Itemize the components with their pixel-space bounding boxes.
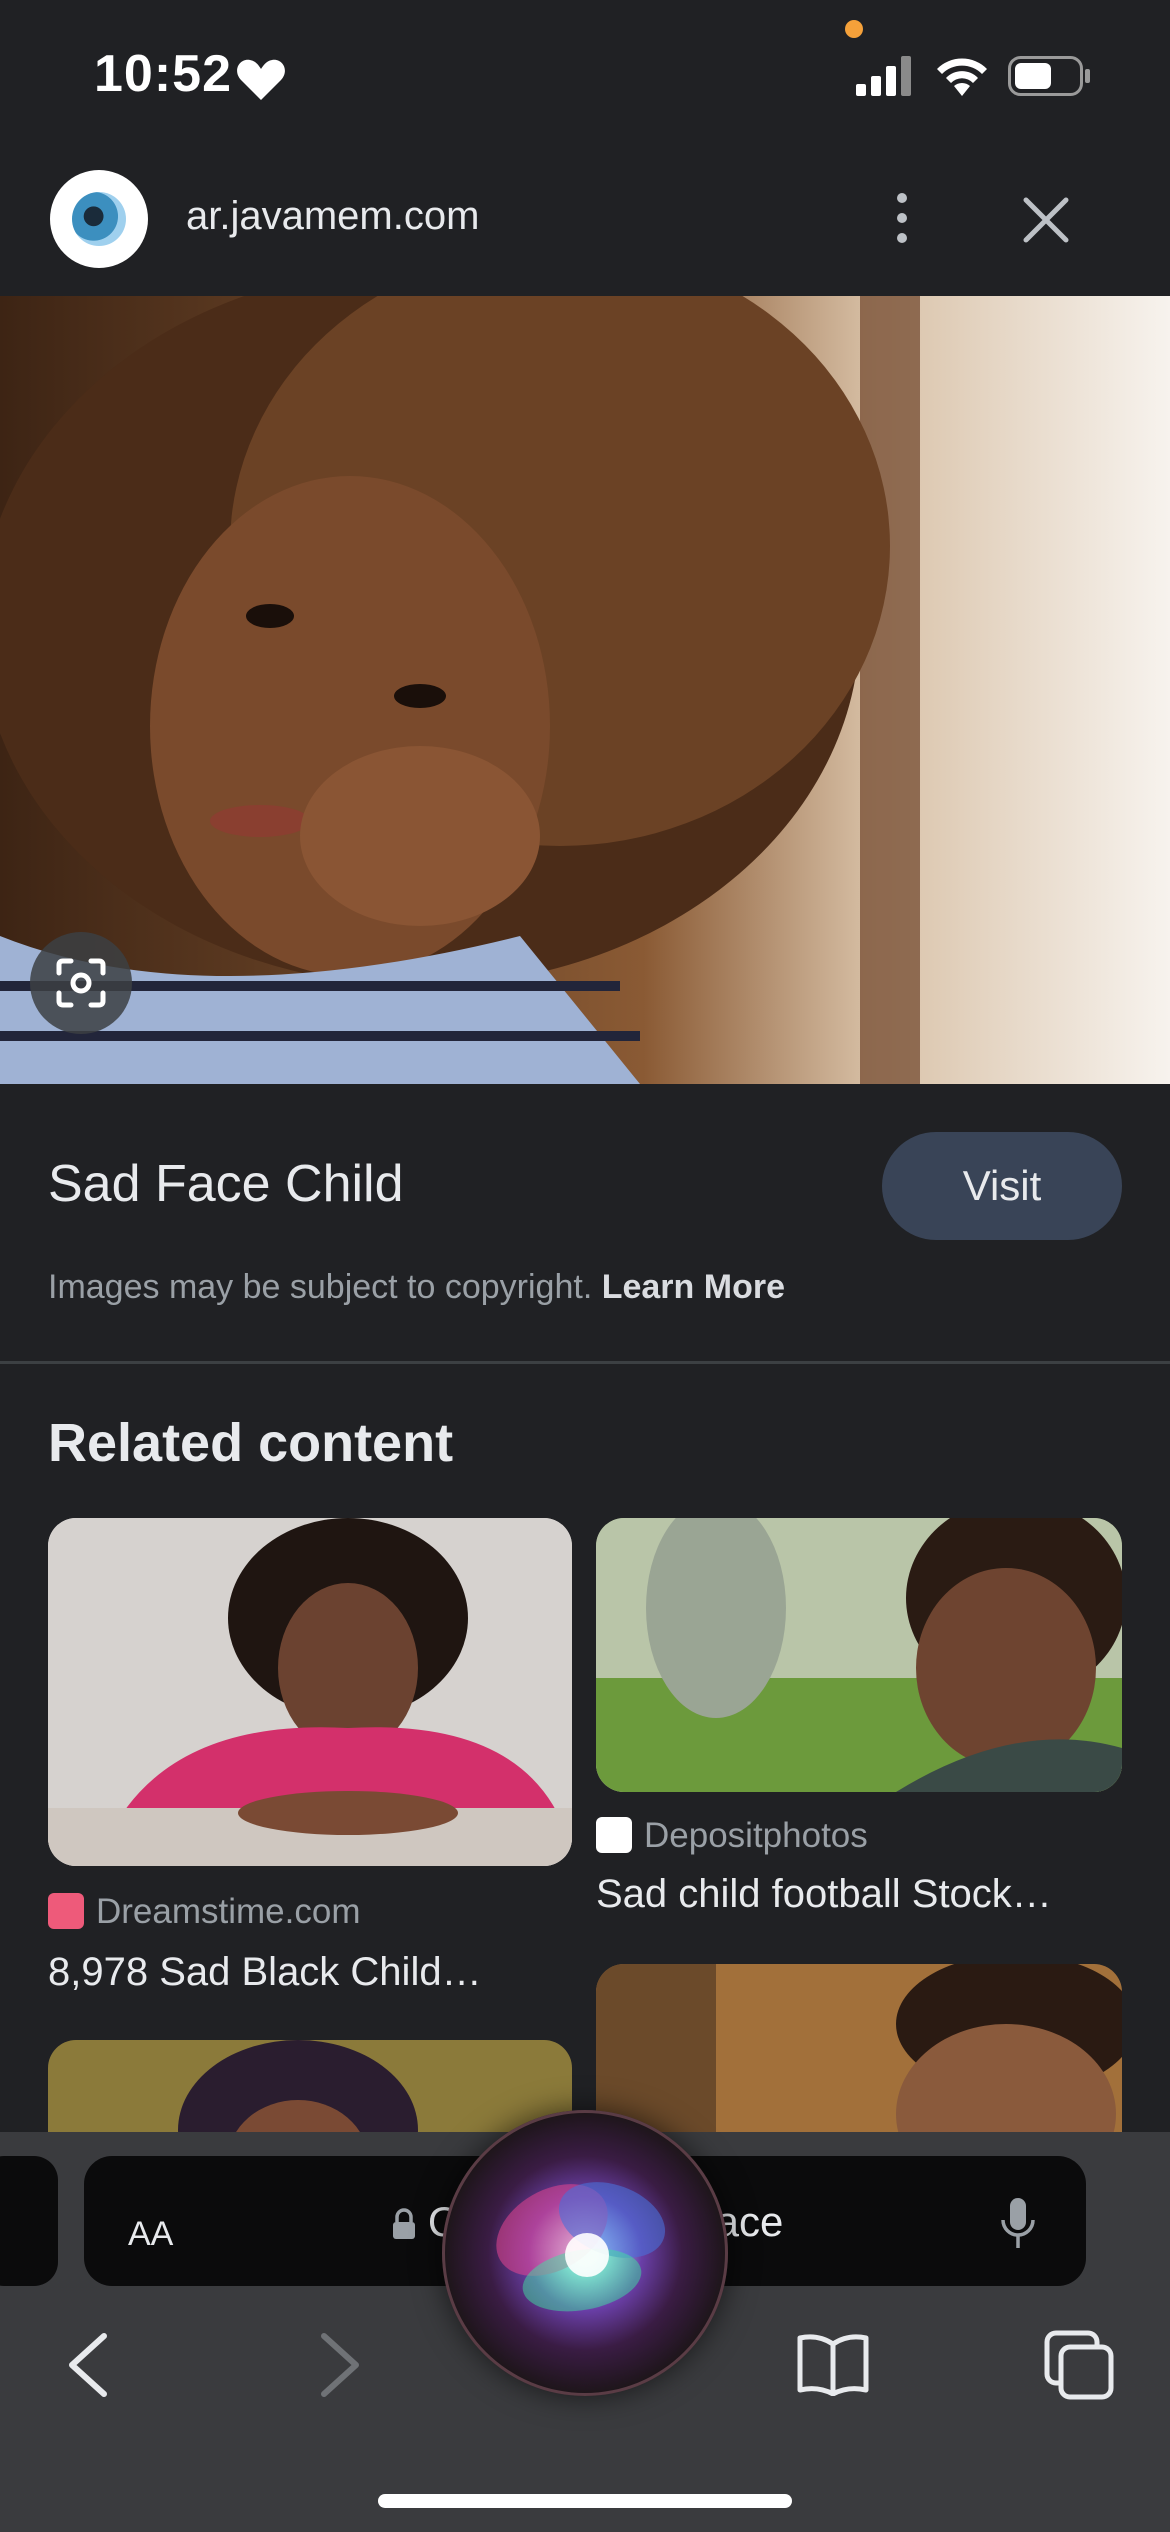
site-favicon	[50, 170, 148, 268]
copyright-text: Images may be subject to copyright.	[48, 1268, 593, 1306]
related-item-source: Depositphotos	[596, 1816, 868, 1856]
visit-button[interactable]: Visit	[882, 1132, 1122, 1240]
learn-more-link[interactable]: Learn More	[602, 1268, 785, 1306]
result-title: Sad Face Child	[48, 1155, 404, 1213]
bookmarks-icon[interactable]	[796, 2332, 870, 2396]
related-item-source: Dreamstime.com	[48, 1892, 360, 1932]
recording-indicator-dot	[845, 20, 863, 38]
copyright-notice: Images may be subject to copyright. Lear…	[48, 1268, 785, 1307]
status-time: 10:52	[94, 45, 232, 103]
signal-icon	[856, 56, 911, 96]
home-indicator[interactable]	[378, 2494, 792, 2508]
related-item-image	[596, 1518, 1122, 1792]
related-item-photo	[596, 1518, 1122, 1792]
aa-label: AA	[128, 2215, 174, 2253]
heart-icon	[237, 59, 285, 100]
back-icon[interactable]	[64, 2330, 110, 2400]
forward-icon[interactable]	[318, 2330, 364, 2400]
siri-orb[interactable]	[442, 2110, 728, 2396]
depositphotos-logo-icon	[596, 1817, 632, 1853]
related-item-partial-right[interactable]	[596, 1964, 1122, 2184]
hero-photo	[0, 296, 1170, 1084]
divider	[0, 1361, 1170, 1364]
tabs-icon[interactable]	[1044, 2330, 1114, 2400]
related-item-image	[48, 1518, 572, 1866]
related-item-title: 8,978 Sad Black Child…	[48, 1950, 482, 1994]
previous-tab-address-field[interactable]	[0, 2156, 58, 2286]
microphone-icon[interactable]	[1000, 2196, 1036, 2252]
page-settings-button[interactable]: AA	[128, 2202, 173, 2256]
related-item-photo	[48, 1518, 572, 1866]
more-vert-icon[interactable]	[886, 190, 918, 246]
close-icon[interactable]	[1022, 196, 1070, 244]
siri-waveform-icon	[496, 2182, 666, 2312]
related-item-dreamstime[interactable]: Dreamstime.com 8,978 Sad Black Child…	[48, 1518, 572, 1998]
hero-image[interactable]	[0, 296, 1170, 1084]
related-content-heading: Related content	[48, 1413, 454, 1473]
related-item-title: Sad child football Stock…	[596, 1872, 1052, 1916]
related-item-depositphotos[interactable]: Depositphotos Sad child football Stock…	[596, 1518, 1122, 1924]
status-bar: 10:52	[0, 0, 1170, 150]
site-domain[interactable]: ar.javamem.com	[186, 194, 479, 239]
lens-icon	[56, 958, 106, 1008]
site-header: ar.javamem.com	[0, 150, 1170, 296]
lock-icon	[393, 2208, 415, 2239]
wifi-icon	[937, 58, 987, 96]
lens-search-button[interactable]	[30, 932, 132, 1034]
battery-icon	[1008, 56, 1090, 96]
dreamstime-logo-icon	[48, 1893, 84, 1929]
